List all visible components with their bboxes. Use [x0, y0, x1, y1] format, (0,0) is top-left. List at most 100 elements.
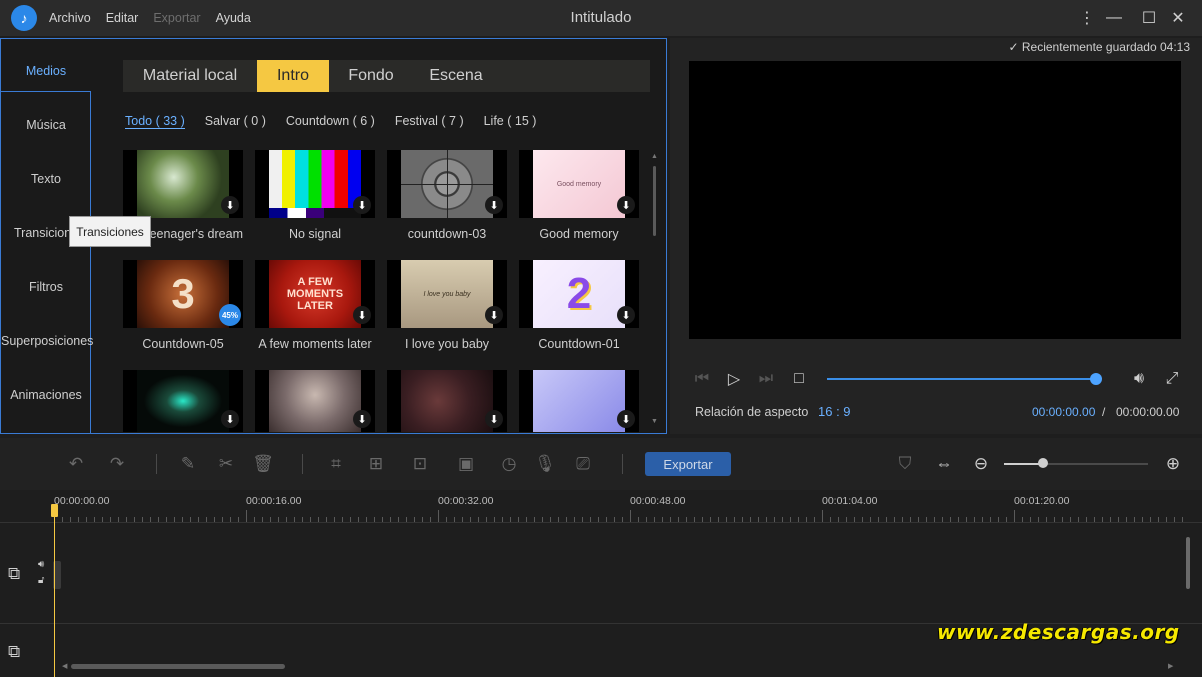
download-icon[interactable]: ⬇: [221, 196, 239, 214]
thumbnail-label: countdown-03: [407, 227, 487, 241]
download-icon[interactable]: ⬇: [617, 410, 635, 428]
trash-icon[interactable]: 🗑︎: [251, 452, 275, 476]
duration-clock-icon[interactable]: ◷: [497, 452, 521, 476]
time-separator: /: [1102, 405, 1106, 419]
edit-pencil-icon[interactable]: ✎: [176, 452, 200, 476]
tab-escena[interactable]: Escena: [419, 60, 493, 92]
download-icon[interactable]: ⬇: [485, 306, 503, 324]
stop-icon[interactable]: □: [789, 369, 809, 389]
mosaic-icon[interactable]: ⊡: [408, 452, 432, 476]
thumbnail-countdown-03[interactable]: ⬇: [387, 150, 507, 218]
thumbnail-i-love-you-baby[interactable]: I love you baby ⬇: [387, 260, 507, 328]
sidebar-item-filtros[interactable]: Filtros: [1, 280, 91, 294]
seek-bar[interactable]: [827, 378, 1097, 380]
minimize-icon[interactable]: —: [1104, 8, 1124, 28]
microphone-icon[interactable]: 🎙︎: [533, 452, 557, 476]
menu-editar[interactable]: Editar: [106, 11, 139, 25]
marker-icon[interactable]: ⛉: [893, 452, 917, 476]
tab-material-local[interactable]: Material local: [131, 60, 249, 92]
ruler-tick: [438, 510, 439, 522]
video-track-icon: ⧉: [8, 564, 21, 583]
thumbnail-item[interactable]: ⬇: [255, 370, 375, 432]
zoom-in-icon[interactable]: ⊕: [1161, 452, 1185, 476]
close-icon[interactable]: ✕: [1168, 8, 1188, 28]
menu-ayuda[interactable]: Ayuda: [216, 11, 251, 25]
webcam-record-icon[interactable]: ⎚: [571, 452, 595, 476]
export-button[interactable]: Exportar: [645, 452, 731, 476]
filter-festival[interactable]: Festival ( 7 ): [395, 114, 464, 129]
thumbnail-teenagers-dream[interactable]: ⬇: [123, 150, 243, 218]
fit-timeline-icon[interactable]: ⇔: [932, 452, 956, 476]
tab-intro[interactable]: Intro: [257, 60, 329, 92]
redo-icon[interactable]: ↷: [105, 452, 129, 476]
filter-life[interactable]: Life ( 15 ): [484, 114, 537, 129]
preview-screen[interactable]: [689, 61, 1181, 339]
download-icon[interactable]: ⬇: [485, 410, 503, 428]
maximize-icon[interactable]: ☐: [1139, 8, 1159, 28]
filter-salvar[interactable]: Salvar ( 0 ): [205, 114, 266, 129]
filter-todo[interactable]: Todo ( 33 ): [125, 114, 185, 129]
timeline-vertical-scrollbar[interactable]: [1186, 537, 1190, 589]
playhead[interactable]: [54, 505, 55, 677]
sidebar-item-medios[interactable]: Medios: [1, 64, 91, 78]
download-icon[interactable]: ⬇: [617, 196, 635, 214]
scroll-down-icon[interactable]: ▼: [651, 418, 658, 425]
thumbnail-item[interactable]: ⬇: [123, 370, 243, 432]
aspect-ratio-value[interactable]: 16 : 9: [818, 404, 851, 419]
thumbnail-overlay-text: 2: [566, 269, 592, 318]
filter-countdown[interactable]: Countdown ( 6 ): [286, 114, 375, 129]
previous-frame-icon[interactable]: ⏮: [692, 369, 712, 389]
ruler-label: 00:00:48.00: [630, 495, 686, 507]
thumbnail-item[interactable]: ⬇: [519, 370, 639, 432]
media-scrollbar[interactable]: [653, 166, 656, 236]
seek-handle[interactable]: [1090, 373, 1102, 385]
download-icon[interactable]: ⬇: [353, 410, 371, 428]
thumbnail-countdown-05[interactable]: 3 45%: [123, 260, 243, 328]
scroll-left-icon[interactable]: ◀: [62, 662, 67, 670]
sidebar-item-superposiciones[interactable]: Superposiciones: [1, 334, 93, 348]
download-icon[interactable]: ⬇: [353, 196, 371, 214]
playhead-handle[interactable]: [51, 504, 58, 517]
ruler-tick: [630, 510, 631, 522]
scroll-up-icon[interactable]: ▲: [651, 153, 658, 160]
watermark: www.zdescargas.org: [937, 620, 1180, 644]
ruler-tick: [1014, 510, 1015, 522]
thumbnail-item[interactable]: ⬇: [387, 370, 507, 432]
crop-icon[interactable]: ⌗: [324, 452, 348, 476]
timeline-ruler[interactable]: [54, 510, 1184, 522]
scroll-right-icon[interactable]: ▶: [1168, 662, 1173, 670]
download-icon[interactable]: ⬇: [221, 410, 239, 428]
timeline-horizontal-scrollbar[interactable]: [71, 664, 285, 669]
freeze-frame-icon[interactable]: ▣: [454, 452, 478, 476]
thumbnail-label: Countdown-05: [142, 337, 224, 351]
saved-status: ✓ Recientemente guardado 04:13: [1008, 40, 1190, 54]
tab-fondo[interactable]: Fondo: [337, 60, 405, 92]
download-icon[interactable]: ⬇: [617, 306, 635, 324]
thumbnail-a-few-moments-later[interactable]: A FEW MOMENTS LATER ⬇: [255, 260, 375, 328]
menu-archivo[interactable]: Archivo: [49, 11, 91, 25]
track-volume-icon[interactable]: 🔊︎: [38, 559, 44, 570]
sidebar-item-texto[interactable]: Texto: [1, 172, 91, 186]
fullscreen-icon[interactable]: ⤢: [1162, 369, 1182, 389]
more-options-icon[interactable]: ⋮: [1077, 8, 1097, 28]
total-time: 00:00:00.00: [1116, 405, 1180, 419]
play-icon[interactable]: ▷: [724, 369, 744, 389]
scissors-icon[interactable]: ✂: [214, 452, 238, 476]
thumbnail-no-signal[interactable]: ⬇: [255, 150, 375, 218]
zoom-frame-icon[interactable]: ⊞: [364, 452, 388, 476]
zoom-out-icon[interactable]: ⊖: [969, 452, 993, 476]
ruler-label: 00:01:04.00: [822, 495, 878, 507]
volume-icon[interactable]: 🔊︎: [1128, 369, 1150, 389]
thumbnail-good-memory[interactable]: Good memory ⬇: [519, 150, 639, 218]
thumbnail-overlay-text: Good memory: [556, 180, 602, 188]
thumbnail-overlay-text: 3: [171, 270, 195, 317]
download-icon[interactable]: ⬇: [485, 196, 503, 214]
zoom-slider-handle[interactable]: [1038, 458, 1048, 468]
thumbnail-countdown-01[interactable]: 2 ⬇: [519, 260, 639, 328]
next-frame-icon[interactable]: ⏭: [756, 369, 776, 389]
undo-icon[interactable]: ↶: [64, 452, 88, 476]
track-lock-icon[interactable]: 🔓︎: [38, 575, 44, 586]
sidebar-item-musica[interactable]: Música: [1, 118, 91, 132]
sidebar-item-animaciones[interactable]: Animaciones: [1, 388, 91, 402]
download-icon[interactable]: ⬇: [353, 306, 371, 324]
